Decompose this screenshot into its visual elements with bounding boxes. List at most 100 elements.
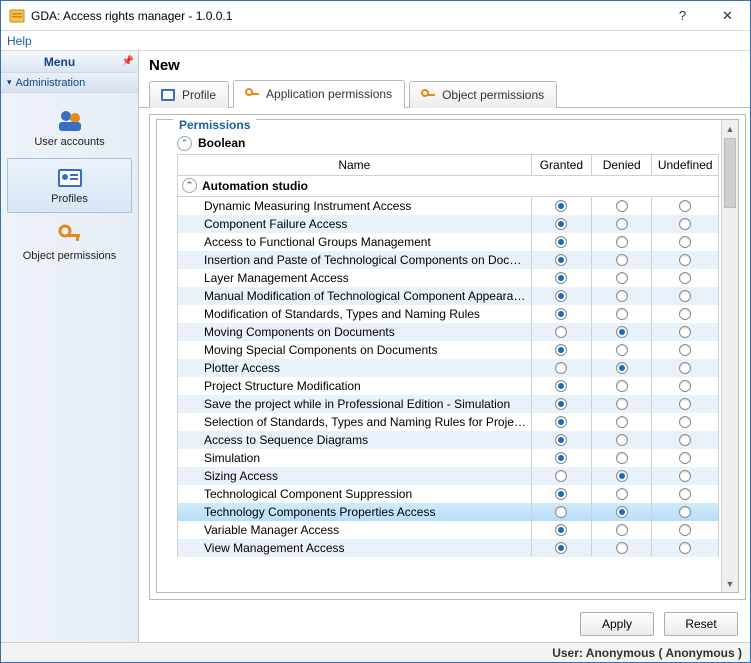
permission-row[interactable]: Project Structure Modification: [178, 377, 719, 395]
radio-undefined[interactable]: [679, 380, 691, 392]
permission-row[interactable]: Manual Modification of Technological Com…: [178, 287, 719, 305]
radio-cell-undefined[interactable]: [652, 485, 719, 503]
permission-row[interactable]: Variable Manager Access: [178, 521, 719, 539]
radio-granted[interactable]: [555, 470, 567, 482]
radio-denied[interactable]: [616, 380, 628, 392]
radio-denied[interactable]: [616, 254, 628, 266]
radio-undefined[interactable]: [679, 272, 691, 284]
radio-cell-undefined[interactable]: [652, 305, 719, 323]
tab-application-permissions[interactable]: Application permissions: [233, 80, 405, 108]
radio-undefined[interactable]: [679, 254, 691, 266]
radio-cell-undefined[interactable]: [652, 269, 719, 287]
radio-granted[interactable]: [555, 452, 567, 464]
radio-cell-granted[interactable]: [531, 341, 591, 359]
radio-cell-granted[interactable]: [531, 485, 591, 503]
radio-cell-undefined[interactable]: [652, 287, 719, 305]
radio-undefined[interactable]: [679, 542, 691, 554]
radio-cell-granted[interactable]: [531, 251, 591, 269]
radio-cell-undefined[interactable]: [652, 233, 719, 251]
radio-granted[interactable]: [555, 236, 567, 248]
radio-cell-undefined[interactable]: [652, 467, 719, 485]
tree-node-automation-studio[interactable]: ⌃ Automation studio: [178, 176, 719, 197]
radio-cell-undefined[interactable]: [652, 359, 719, 377]
radio-cell-granted[interactable]: [531, 359, 591, 377]
scroll-down-icon[interactable]: ▼: [722, 575, 738, 592]
permission-row[interactable]: Plotter Access: [178, 359, 719, 377]
radio-granted[interactable]: [555, 506, 567, 518]
radio-denied[interactable]: [616, 290, 628, 302]
sidebar-section-administration[interactable]: ▾ Administration: [1, 73, 138, 93]
apply-button[interactable]: Apply: [580, 612, 654, 636]
radio-cell-granted[interactable]: [531, 413, 591, 431]
radio-undefined[interactable]: [679, 488, 691, 500]
radio-cell-granted[interactable]: [531, 395, 591, 413]
radio-cell-denied[interactable]: [592, 521, 652, 539]
radio-cell-denied[interactable]: [592, 215, 652, 233]
radio-cell-denied[interactable]: [592, 413, 652, 431]
radio-cell-denied[interactable]: [592, 359, 652, 377]
radio-denied[interactable]: [616, 344, 628, 356]
radio-granted[interactable]: [555, 488, 567, 500]
radio-undefined[interactable]: [679, 308, 691, 320]
radio-cell-denied[interactable]: [592, 395, 652, 413]
radio-cell-denied[interactable]: [592, 539, 652, 557]
radio-cell-denied[interactable]: [592, 233, 652, 251]
radio-granted[interactable]: [555, 542, 567, 554]
scroll-up-icon[interactable]: ▲: [722, 120, 738, 137]
col-granted[interactable]: Granted: [531, 155, 591, 176]
radio-cell-undefined[interactable]: [652, 413, 719, 431]
radio-denied[interactable]: [616, 272, 628, 284]
tree-node-boolean[interactable]: ⌃ Boolean: [177, 134, 719, 152]
radio-cell-undefined[interactable]: [652, 539, 719, 557]
radio-denied[interactable]: [616, 470, 628, 482]
radio-granted[interactable]: [555, 200, 567, 212]
permission-row[interactable]: Save the project while in Professional E…: [178, 395, 719, 413]
radio-cell-granted[interactable]: [531, 467, 591, 485]
radio-denied[interactable]: [616, 488, 628, 500]
radio-cell-granted[interactable]: [531, 197, 591, 216]
radio-denied[interactable]: [616, 416, 628, 428]
radio-cell-denied[interactable]: [592, 377, 652, 395]
col-undefined[interactable]: Undefined: [652, 155, 719, 176]
radio-cell-denied[interactable]: [592, 449, 652, 467]
radio-granted[interactable]: [555, 434, 567, 446]
radio-granted[interactable]: [555, 416, 567, 428]
radio-cell-granted[interactable]: [531, 539, 591, 557]
radio-undefined[interactable]: [679, 326, 691, 338]
radio-denied[interactable]: [616, 326, 628, 338]
permission-row[interactable]: Technology Components Properties Access: [178, 503, 719, 521]
radio-granted[interactable]: [555, 254, 567, 266]
radio-granted[interactable]: [555, 272, 567, 284]
radio-cell-granted[interactable]: [531, 287, 591, 305]
radio-undefined[interactable]: [679, 524, 691, 536]
radio-cell-denied[interactable]: [592, 197, 652, 216]
radio-undefined[interactable]: [679, 434, 691, 446]
radio-granted[interactable]: [555, 344, 567, 356]
radio-granted[interactable]: [555, 308, 567, 320]
radio-denied[interactable]: [616, 200, 628, 212]
permission-row[interactable]: Selection of Standards, Types and Naming…: [178, 413, 719, 431]
permission-row[interactable]: Sizing Access: [178, 467, 719, 485]
radio-cell-undefined[interactable]: [652, 431, 719, 449]
radio-cell-granted[interactable]: [531, 503, 591, 521]
radio-cell-denied[interactable]: [592, 269, 652, 287]
permission-row[interactable]: Technological Component Suppression: [178, 485, 719, 503]
radio-cell-denied[interactable]: [592, 485, 652, 503]
radio-cell-denied[interactable]: [592, 503, 652, 521]
permission-row[interactable]: Modification of Standards, Types and Nam…: [178, 305, 719, 323]
collapse-icon[interactable]: ⌃: [182, 178, 197, 193]
menu-help[interactable]: Help: [7, 34, 32, 48]
radio-cell-denied[interactable]: [592, 341, 652, 359]
radio-undefined[interactable]: [679, 452, 691, 464]
radio-cell-granted[interactable]: [531, 521, 591, 539]
close-button[interactable]: ✕: [705, 1, 750, 30]
radio-denied[interactable]: [616, 218, 628, 230]
permission-row[interactable]: Access to Functional Groups Management: [178, 233, 719, 251]
pin-icon[interactable]: 📌: [118, 56, 138, 67]
tab-profile[interactable]: Profile: [149, 81, 229, 108]
radio-cell-undefined[interactable]: [652, 503, 719, 521]
radio-granted[interactable]: [555, 380, 567, 392]
permission-row[interactable]: Moving Special Components on Documents: [178, 341, 719, 359]
permission-row[interactable]: Insertion and Paste of Technological Com…: [178, 251, 719, 269]
radio-cell-granted[interactable]: [531, 323, 591, 341]
